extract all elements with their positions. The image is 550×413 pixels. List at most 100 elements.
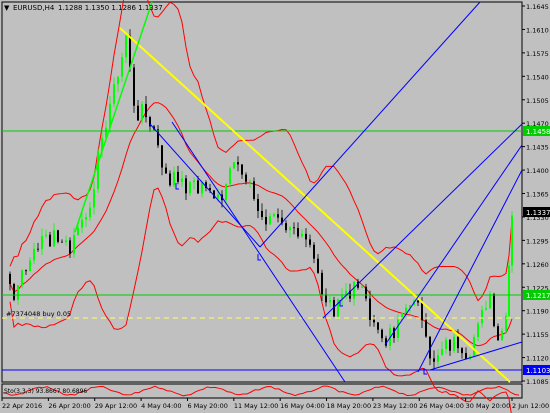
candle-body — [305, 233, 307, 240]
price-badge-blue: 1.1103 — [523, 365, 550, 375]
candle-body — [493, 294, 495, 327]
price-tick-label: 1.1400 — [526, 167, 549, 175]
candle-body — [437, 355, 439, 362]
candle-body — [369, 298, 371, 320]
candle-body — [405, 307, 407, 313]
candle-body — [485, 308, 487, 310]
price-badge-green-bottom: 1.1217 — [523, 290, 550, 300]
candle-body — [57, 230, 59, 242]
candle-body — [189, 182, 191, 194]
price-tick-label: 1.1190 — [526, 308, 549, 316]
candle-body — [81, 219, 83, 228]
candle-body — [261, 210, 263, 217]
price-tick-label: 1.1540 — [526, 73, 549, 81]
candle-body — [145, 103, 147, 118]
candle-body — [373, 319, 375, 323]
price-chart[interactable]: 1.16451.16101.15751.15401.15051.14701.14… — [0, 0, 550, 413]
candle-body — [461, 348, 463, 354]
price-tick-label: 1.1610 — [526, 26, 549, 34]
time-tick-label: 2 Jun 12:00 — [512, 402, 549, 410]
candle-body — [53, 230, 55, 247]
time-tick-label: 26 May 04:00 — [419, 402, 464, 410]
candle-body — [233, 162, 235, 169]
order-label[interactable]: #7374048 buy 0.05 — [6, 310, 71, 318]
candle-body — [161, 145, 163, 168]
candle-body — [473, 337, 475, 357]
time-tick-label: 23 May 12:00 — [373, 402, 418, 410]
candle-body — [41, 235, 43, 250]
candle-body — [185, 178, 187, 194]
price-tick-label: 1.1505 — [526, 97, 549, 105]
price-badge-current-text: 1.1337 — [526, 209, 550, 217]
candle-body — [329, 299, 331, 303]
candle-body — [45, 234, 47, 236]
time-tick-label: 18 May 20:00 — [327, 402, 372, 410]
price-tick-label: 1.1645 — [526, 3, 549, 11]
candle-body — [237, 162, 239, 165]
header-symbol: EURUSD,H4 — [13, 4, 55, 12]
price-tick-label: 1.1365 — [526, 191, 549, 199]
candle-body — [125, 35, 127, 58]
candle-body — [21, 270, 23, 286]
candle-body — [117, 76, 119, 85]
price-badge-blue-text: 1.1103 — [526, 367, 550, 375]
candle-body — [133, 67, 135, 106]
price-badge-green-bottom-text: 1.1217 — [526, 292, 550, 300]
candle-body — [365, 286, 367, 299]
candle-body — [249, 181, 251, 183]
price-tick-label: 1.1295 — [526, 237, 549, 245]
candle-body — [477, 323, 479, 338]
candle-body — [129, 35, 131, 68]
candle-body — [381, 329, 383, 339]
time-tick-label: 6 May 20:00 — [187, 402, 227, 410]
candle-body — [497, 326, 499, 341]
candle-body — [317, 258, 319, 273]
candle-body — [425, 320, 427, 337]
candle-body — [501, 330, 503, 341]
time-tick-label: 4 May 04:00 — [141, 402, 181, 410]
price-badge-green-top: 1.1458 — [523, 126, 550, 136]
candle-body — [293, 227, 295, 229]
candle-body — [165, 167, 167, 174]
candle-body — [229, 168, 231, 185]
candle-body — [177, 171, 179, 182]
candle-body — [321, 272, 323, 295]
candle-body — [421, 302, 423, 321]
candle-body — [25, 270, 27, 272]
price-badge-green-top-text: 1.1458 — [526, 128, 550, 136]
candle-body — [285, 223, 287, 231]
header-arrow-icon[interactable]: ▼ — [4, 4, 10, 12]
candle-body — [113, 84, 115, 104]
price-tick-label: 1.1120 — [526, 355, 549, 363]
candle-body — [245, 174, 247, 182]
stochastic-label: Sto(3,3,3) 93.8667 80.6896 — [4, 388, 87, 395]
price-tick-label: 1.1435 — [526, 144, 549, 152]
candle-body — [181, 178, 183, 182]
candle-body — [173, 171, 175, 186]
candle-body — [121, 57, 123, 77]
time-tick-label: 11 May 12:00 — [234, 402, 279, 410]
candle-body — [277, 214, 279, 218]
price-tick-label: 1.1155 — [526, 331, 549, 339]
candle-body — [37, 248, 39, 250]
candle-body — [265, 216, 267, 225]
candle-body — [17, 285, 19, 300]
candle-body — [69, 240, 71, 254]
candle-body — [197, 180, 199, 194]
candle-body — [361, 286, 363, 288]
time-tick-label: 22 Apr 2016 — [2, 402, 42, 410]
candle-body — [301, 233, 303, 237]
candle-body — [457, 336, 459, 349]
price-tick-label: 1.1575 — [526, 50, 549, 58]
header-ohlc: 1.1288 1.1350 1.1286 1.1337 — [58, 4, 163, 12]
time-tick-label: 26 Apr 20:00 — [48, 402, 90, 410]
price-tick-label: 1.1085 — [526, 378, 549, 386]
time-tick-label: 30 May 20:00 — [466, 402, 511, 410]
candle-body — [489, 294, 491, 309]
candle-body — [511, 215, 513, 266]
candle-body — [377, 322, 379, 330]
candle-body — [141, 103, 143, 121]
candle-body — [137, 105, 139, 121]
plot-background — [0, 0, 550, 413]
candle-body — [241, 164, 243, 175]
